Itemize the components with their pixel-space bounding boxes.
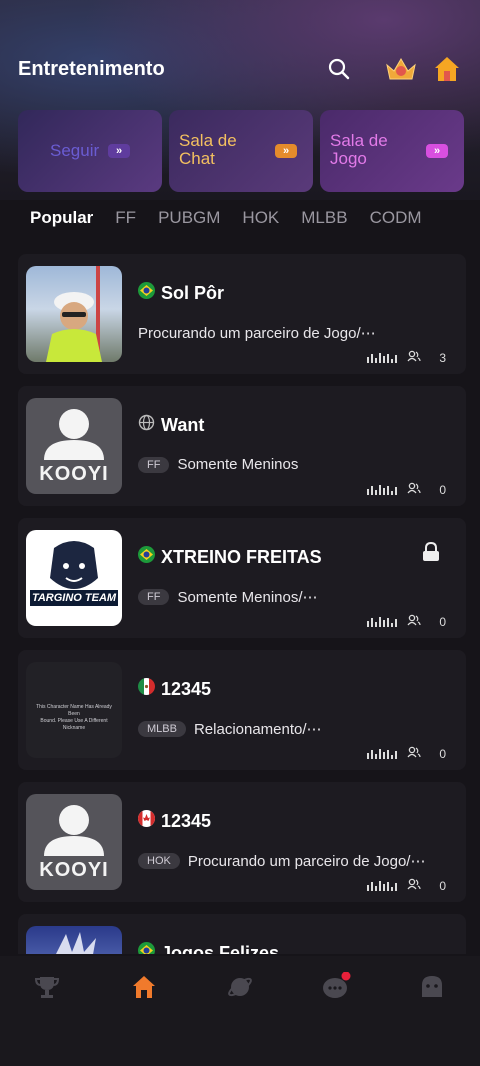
flag-mexico-icon <box>138 678 155 700</box>
voice-wave-icon <box>367 880 398 891</box>
room-name: 12345 <box>161 678 212 699</box>
lock-icon <box>422 541 440 567</box>
room-description: Somente Meninos <box>177 456 299 473</box>
tab-ff[interactable]: FF <box>115 208 136 228</box>
room-name-row: 12345 <box>138 810 211 832</box>
room-avatar: KOOYI <box>26 794 122 890</box>
flag-brazil-icon <box>138 282 155 304</box>
banner-carousel: Seguir » Sala de Chat » Sala de Jogo » <box>18 110 464 192</box>
member-count: 0 <box>439 482 446 497</box>
room-name: Sol Pôr <box>161 282 225 303</box>
profile-icon[interactable] <box>417 972 447 1002</box>
member-count: 0 <box>439 878 446 893</box>
room-name: XTREINO FREITAS <box>161 546 322 567</box>
member-count: 0 <box>439 614 446 629</box>
room-card[interactable]: Sol Pôr Procurando um parceiro de Jogo/⋯… <box>18 254 466 374</box>
rank-badge-icon[interactable] <box>384 54 418 84</box>
room-name-row: Sol Pôr <box>138 282 224 304</box>
room-name-row: Jogos Felizes <box>138 942 279 954</box>
banner-chat-room[interactable]: Sala de Chat » <box>169 110 313 192</box>
room-stats: 0 <box>367 746 446 761</box>
banner-label: Sala de Chat <box>179 131 237 168</box>
planet-icon[interactable] <box>225 972 255 1002</box>
game-tag: MLBB <box>138 721 186 737</box>
room-description: Procurando um parceiro de Jogo/⋯ <box>138 325 376 342</box>
voice-wave-icon <box>367 748 398 759</box>
globe-icon <box>138 414 155 436</box>
room-avatar: KOOYI <box>26 398 122 494</box>
room-description-row: FF Somente Meninos/⋯ <box>138 588 318 606</box>
member-count: 3 <box>439 350 446 365</box>
voice-wave-icon <box>367 352 398 363</box>
room-avatar: TARGINO TEAM <box>26 530 122 626</box>
users-icon <box>407 878 421 893</box>
flag-brazil-icon <box>138 942 155 954</box>
page-title: Entretenimento <box>18 58 165 80</box>
home-room-icon[interactable] <box>432 54 462 84</box>
header: Entretenimento Seguir » Sala de Chat » S… <box>0 0 480 200</box>
voice-wave-icon <box>367 484 398 495</box>
room-name-row: XTREINO FREITAS <box>138 546 322 568</box>
tab-codm[interactable]: CODM <box>370 208 422 228</box>
room-name: Jogos Felizes <box>161 942 280 955</box>
avatar-team-text: TARGINO TEAM <box>30 590 118 606</box>
bottom-nav <box>0 956 480 1066</box>
room-stats: 0 <box>367 878 446 893</box>
tab-pubgm[interactable]: PUBGM <box>158 208 220 228</box>
room-description: Procurando um parceiro de Jogo/⋯ <box>187 853 426 870</box>
room-card[interactable]: KOOYI 12345 HOK Procurando um parceiro d… <box>18 782 466 902</box>
search-icon[interactable] <box>324 54 354 84</box>
room-card[interactable]: TARGINO TEAM XTREINO FREITAS FF Somente … <box>18 518 466 638</box>
room-list: Sol Pôr Procurando um parceiro de Jogo/⋯… <box>0 254 480 954</box>
room-avatar: This Character Name Has Already Been Bou… <box>26 662 122 758</box>
chevron-double-right-icon: » <box>275 144 297 158</box>
category-tabs: Popular FF PUBGM HOK MLBB CODM <box>30 208 444 228</box>
room-card[interactable]: Jogos Felizes <box>18 914 466 954</box>
room-name: Want <box>161 414 205 435</box>
game-tag: FF <box>138 456 170 473</box>
kooyi-logo: KOOYI <box>39 463 109 485</box>
chat-icon[interactable] <box>321 972 351 1002</box>
banner-follow[interactable]: Seguir » <box>18 110 162 192</box>
voice-wave-icon <box>367 616 398 627</box>
member-count: 0 <box>439 746 446 761</box>
avatar-screenshot-text: This Character Name Has Already Been Bou… <box>36 704 112 731</box>
users-icon <box>407 350 421 365</box>
room-card[interactable]: This Character Name Has Already Been Bou… <box>18 650 466 770</box>
users-icon <box>407 746 421 761</box>
tab-hok[interactable]: HOK <box>242 208 279 228</box>
banner-label: Seguir <box>50 141 100 160</box>
tab-mlbb[interactable]: MLBB <box>301 208 347 228</box>
chevron-double-right-icon: » <box>426 144 448 158</box>
kooyi-logo: KOOYI <box>39 859 109 881</box>
room-stats: 0 <box>367 614 446 629</box>
game-tag: HOK <box>138 853 180 869</box>
room-name-row: 12345 <box>138 678 211 700</box>
room-avatar <box>26 266 122 362</box>
flag-canada-icon <box>138 810 155 832</box>
banner-label: Sala de Jogo <box>330 131 388 168</box>
room-stats: 3 <box>367 350 446 365</box>
room-description-row: HOK Procurando um parceiro de Jogo/⋯ <box>138 852 425 870</box>
room-description-row: MLBB Relacionamento/⋯ <box>138 720 322 738</box>
room-name-row: Want <box>138 414 204 436</box>
room-description: Somente Meninos/⋯ <box>177 589 318 606</box>
trophy-icon[interactable] <box>32 972 62 1002</box>
room-card[interactable]: KOOYI Want FF Somente Meninos 0 <box>18 386 466 506</box>
room-name: 12345 <box>161 810 212 831</box>
banner-game-room[interactable]: Sala de Jogo » <box>320 110 464 192</box>
game-tag: FF <box>138 589 170 605</box>
chevron-double-right-icon: » <box>108 144 130 158</box>
users-icon <box>407 614 421 629</box>
room-description: Relacionamento/⋯ <box>193 721 322 738</box>
room-avatar <box>26 926 122 954</box>
home-icon[interactable] <box>129 972 159 1002</box>
users-icon <box>407 482 421 497</box>
room-description-row: Procurando um parceiro de Jogo/⋯ <box>138 324 376 342</box>
tab-popular[interactable]: Popular <box>30 208 93 228</box>
flag-brazil-icon <box>138 546 155 568</box>
room-description-row: FF Somente Meninos <box>138 456 298 473</box>
room-stats: 0 <box>367 482 446 497</box>
